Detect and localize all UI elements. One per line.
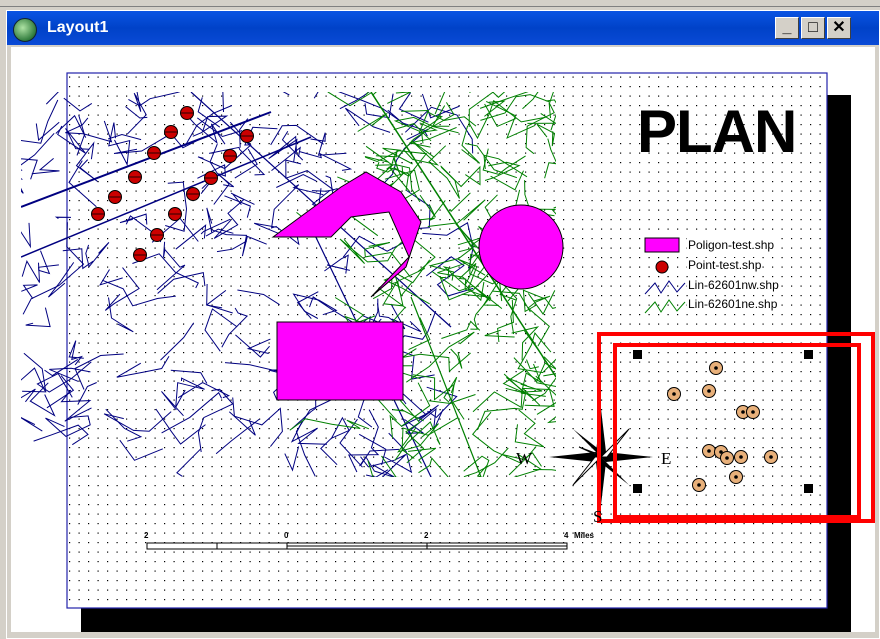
compass-west-label: W xyxy=(516,449,533,468)
polygon-rectangle[interactable] xyxy=(276,321,404,401)
scale-tick-label: 4 xyxy=(564,531,569,540)
map-title: PLAN xyxy=(637,98,797,165)
selection-handle-tr[interactable] xyxy=(804,350,813,359)
globe-icon[interactable] xyxy=(13,18,37,42)
title-bar[interactable]: Layout1 _ □ ✕ xyxy=(7,11,879,45)
selection-handle-bl[interactable] xyxy=(633,484,642,493)
polygon-circle[interactable] xyxy=(478,204,564,290)
compass-south-label: S xyxy=(593,507,603,526)
selection-handle-tl[interactable] xyxy=(633,350,642,359)
legend-point-symbol xyxy=(655,260,669,274)
legend-polygon-symbol xyxy=(644,237,680,253)
legend-label-nw: Lin-62601nw.shp xyxy=(687,278,780,292)
legend-label-point: Point-test.shp xyxy=(687,258,763,272)
scale-tick-label: 2 xyxy=(424,531,429,540)
minimize-button[interactable]: _ xyxy=(775,17,799,39)
scale-tick-label: 2 xyxy=(144,531,149,540)
compass-east-label: E xyxy=(661,449,672,468)
close-button[interactable]: ✕ xyxy=(827,17,851,39)
scale-tick-label: 0 xyxy=(284,531,289,540)
window-title: Layout1 xyxy=(47,19,109,36)
selection-handle-br[interactable] xyxy=(804,484,813,493)
layout-canvas[interactable]: PLAN Poligon-test.shp Point-test.shp Lin… xyxy=(11,47,875,632)
scale-units-label: Miles xyxy=(574,531,595,540)
legend-label-polygon: Poligon-test.shp xyxy=(687,238,776,252)
legend-label-ne: Lin-62601ne.shp xyxy=(687,297,779,311)
scale-bar[interactable] xyxy=(146,542,568,550)
layout-window: Layout1 _ □ ✕ PLAN Poligon-test.shp Poin… xyxy=(6,10,880,639)
parent-toolbar-strip xyxy=(0,0,880,7)
maximize-button[interactable]: □ xyxy=(801,17,825,39)
